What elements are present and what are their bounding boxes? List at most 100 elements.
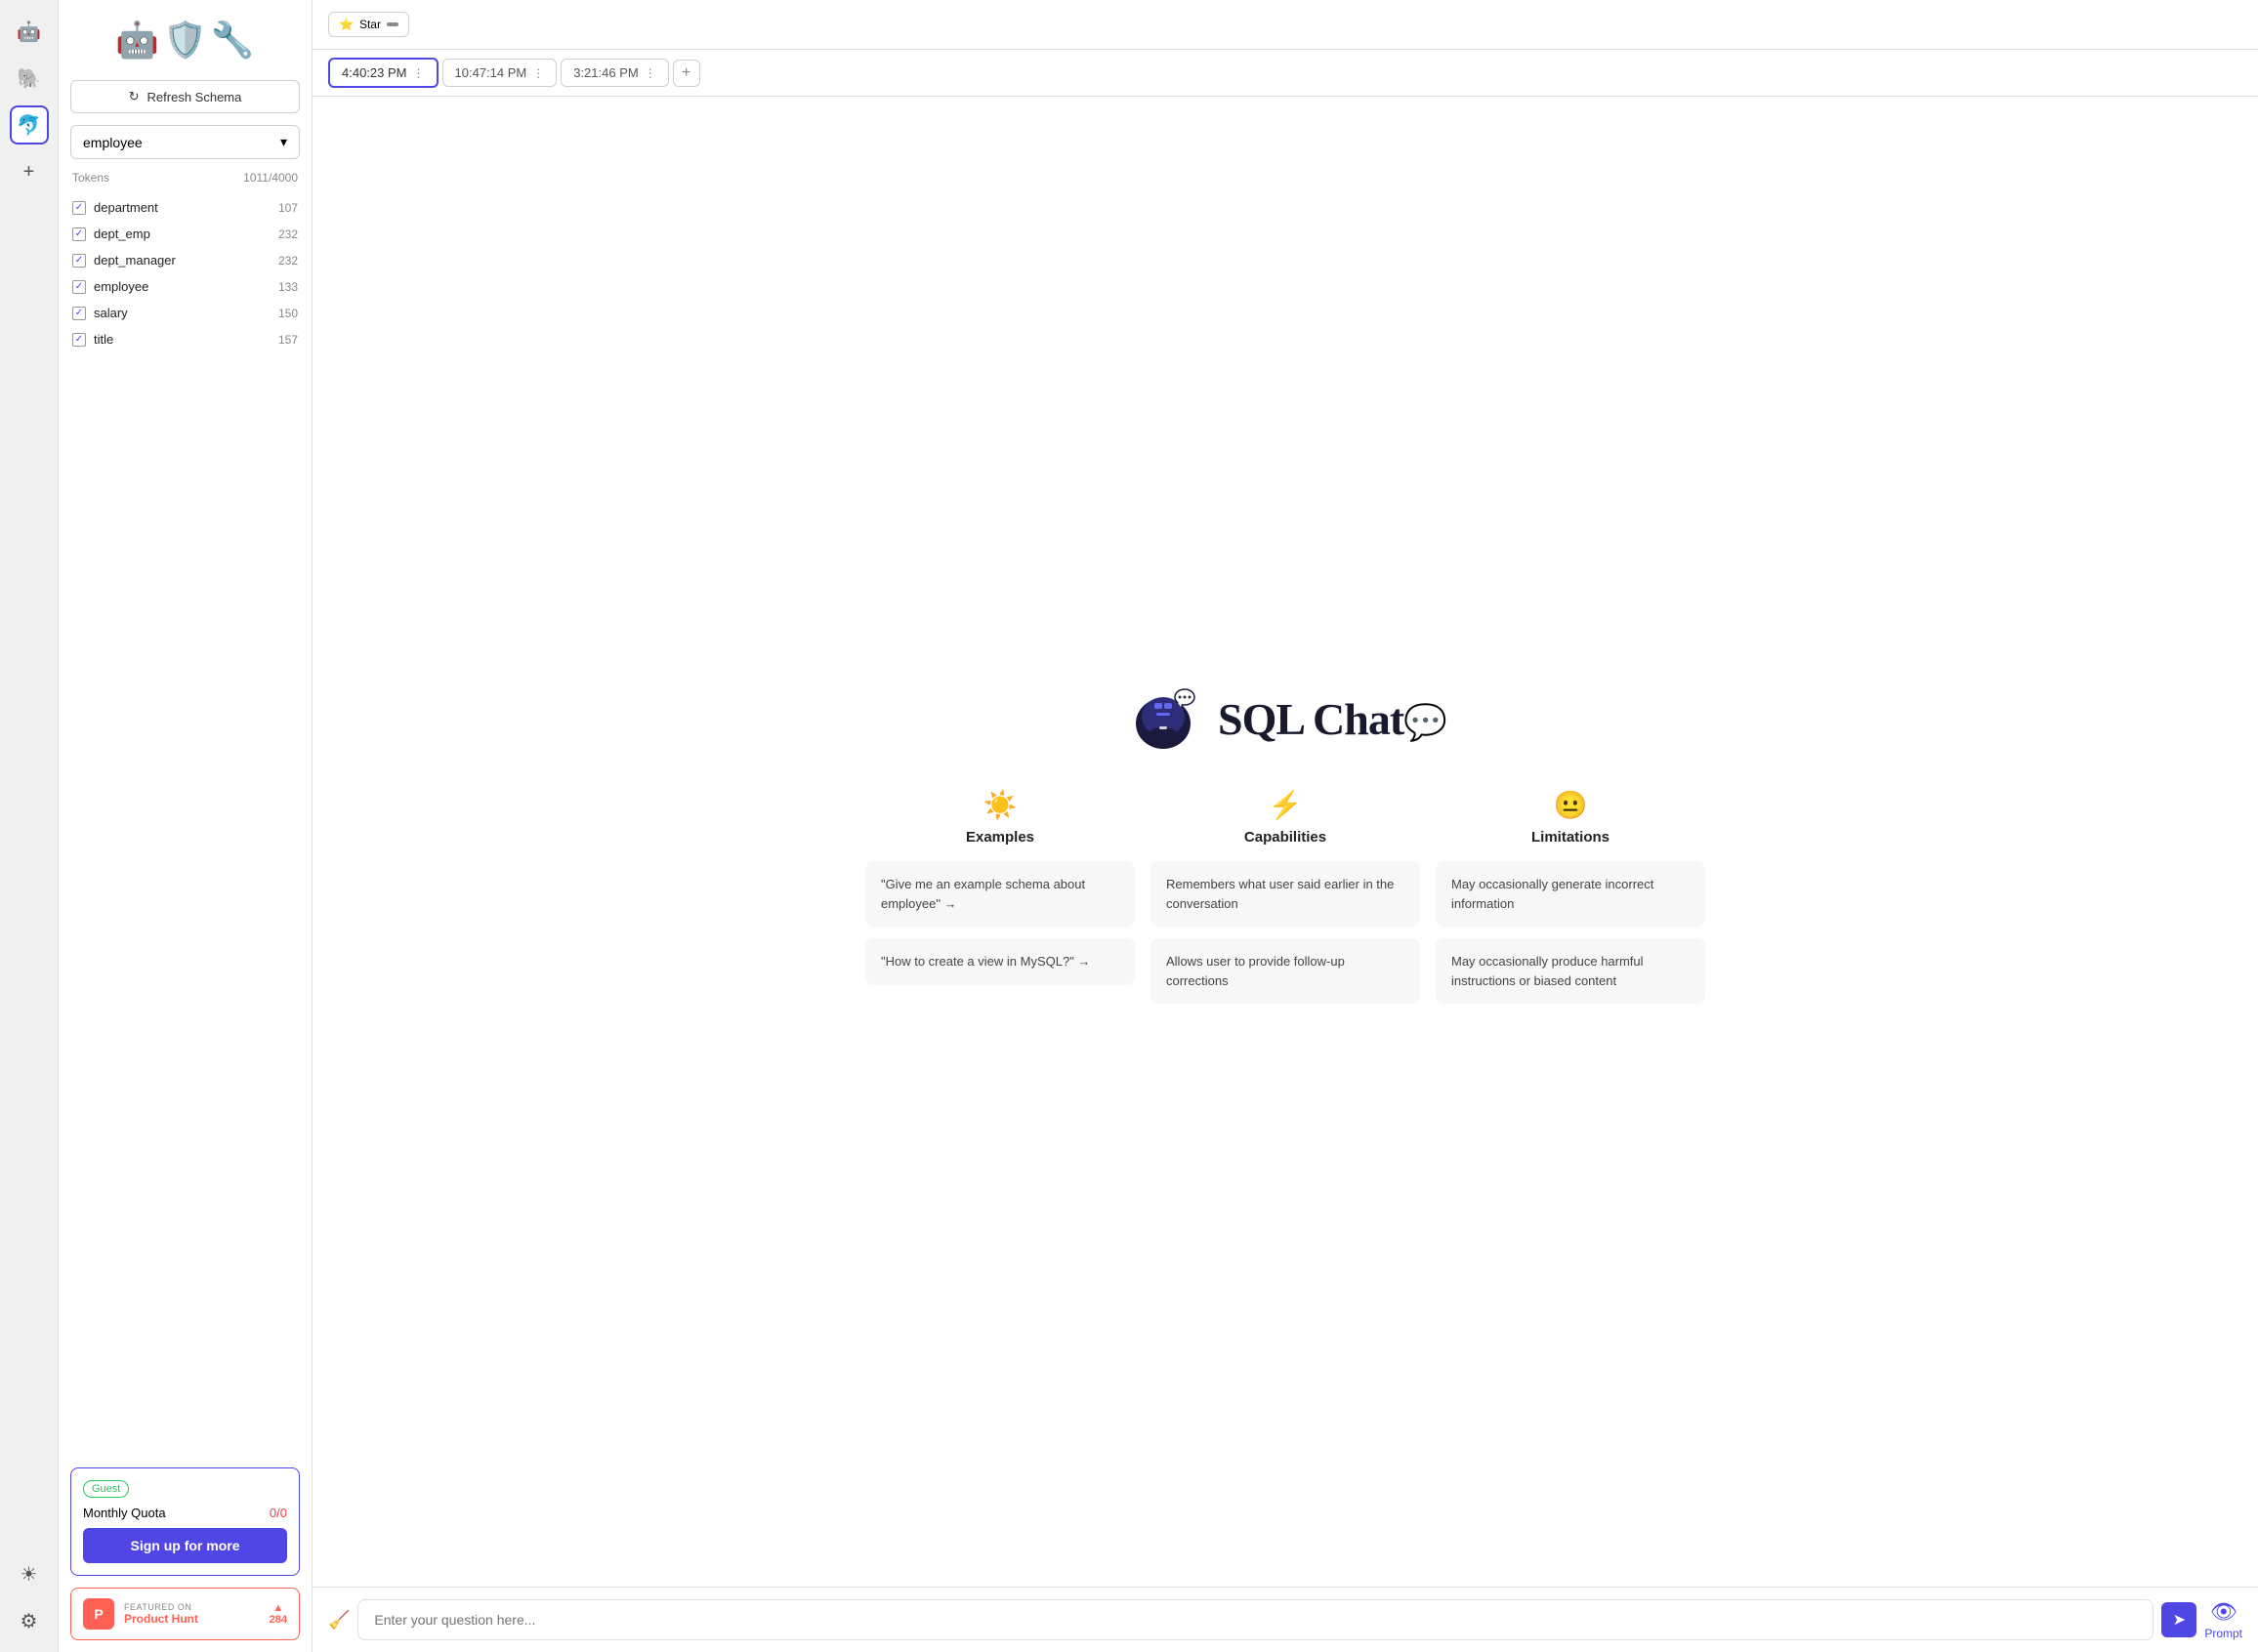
quota-row: Monthly Quota 0/0: [83, 1506, 287, 1520]
welcome-section: SQL Chat💬 ☀️ Examples "Give me an exampl…: [865, 680, 1705, 1004]
send-arrow-icon: ➤: [2173, 1610, 2186, 1630]
capabilities-column: ⚡ Capabilities Remembers what user said …: [1150, 789, 1420, 1004]
product-hunt-text: FEATURED ON Product Hunt: [124, 1602, 260, 1626]
product-hunt-logo: P: [83, 1598, 114, 1630]
add-tab-button[interactable]: +: [673, 60, 700, 87]
tab-2-more-icon[interactable]: ⋮: [532, 66, 544, 80]
star-label: Star: [359, 18, 381, 31]
quota-label: Monthly Quota: [83, 1506, 166, 1520]
sun-icon: ☀️: [983, 789, 1018, 821]
logo-images: 🤖 🛡️ 🔧: [115, 20, 254, 61]
table-name-salary: salary: [94, 306, 128, 320]
tokens-label: Tokens: [72, 171, 109, 185]
example-card-2[interactable]: "How to create a view in MySQL?" →: [865, 938, 1135, 985]
table-count-dept-emp: 232: [278, 227, 298, 241]
quota-value: 0/0: [270, 1506, 287, 1520]
settings-nav-item[interactable]: ⚙: [10, 1601, 49, 1640]
neutral-face-icon: 😐: [1554, 789, 1588, 821]
table-count-department: 107: [278, 201, 298, 215]
prompt-button[interactable]: 👁 Prompt: [2204, 1599, 2242, 1640]
chat-input[interactable]: [357, 1599, 2153, 1640]
table-checkbox-department[interactable]: ✓: [72, 201, 86, 215]
table-item[interactable]: ✓ title 157: [70, 328, 300, 351]
table-name-department: department: [94, 200, 158, 215]
eye-icon: 👁: [2210, 1599, 2237, 1625]
capability-card-1: Remembers what user said earlier in the …: [1150, 861, 1420, 927]
table-item[interactable]: ✓ employee 133: [70, 275, 300, 298]
star-icon: ⭐: [339, 18, 354, 31]
table-name-dept-manager: dept_manager: [94, 253, 176, 268]
limitations-title: Limitations: [1531, 829, 1610, 846]
table-item[interactable]: ✓ dept_emp 232: [70, 223, 300, 245]
mysql-nav-item[interactable]: 🐬: [10, 105, 49, 145]
robot-nav-item[interactable]: 🤖: [10, 12, 49, 51]
table-checkbox-title[interactable]: ✓: [72, 333, 86, 347]
top-bar: ⭐ Star: [313, 0, 2258, 50]
table-name-dept-emp: dept_emp: [94, 227, 150, 241]
brand-title: SQL Chat💬: [1218, 693, 1446, 745]
lightning-icon: ⚡: [1269, 789, 1303, 821]
tab-1[interactable]: 4:40:23 PM ⋮: [328, 58, 439, 88]
tab-3[interactable]: 3:21:46 PM ⋮: [561, 59, 669, 87]
table-checkbox-salary[interactable]: ✓: [72, 307, 86, 320]
table-checkbox-employee[interactable]: ✓: [72, 280, 86, 294]
clear-chat-icon[interactable]: 🧹: [328, 1610, 350, 1631]
refresh-label: Refresh Schema: [147, 90, 242, 104]
icon-bar-bottom: ☀ ⚙: [10, 1554, 49, 1640]
examples-header: ☀️ Examples: [966, 789, 1034, 846]
sidebar-spacer: [70, 362, 300, 1456]
theme-toggle-item[interactable]: ☀: [10, 1554, 49, 1593]
tab-2[interactable]: 10:47:14 PM ⋮: [442, 59, 558, 87]
limitations-header: 😐 Limitations: [1531, 789, 1610, 846]
table-count-dept-manager: 232: [278, 254, 298, 268]
add-nav-item[interactable]: +: [10, 152, 49, 191]
sidebar: 🤖 🛡️ 🔧 ↻ Refresh Schema employee ▾ Token…: [59, 0, 313, 1652]
refresh-schema-button[interactable]: ↻ Refresh Schema: [70, 80, 300, 113]
upvote-arrow-icon: ▲: [272, 1602, 283, 1614]
refresh-icon: ↻: [129, 89, 140, 104]
table-item[interactable]: ✓ salary 150: [70, 302, 300, 324]
chat-input-bar: 🧹 ➤ 👁 Prompt: [313, 1587, 2258, 1652]
table-count-salary: 150: [278, 307, 298, 320]
star-button[interactable]: ⭐ Star: [328, 12, 409, 37]
example-card-1[interactable]: "Give me an example schema about employe…: [865, 861, 1135, 927]
main-area: ⭐ Star 4:40:23 PM ⋮ 10:47:14 PM ⋮ 3:21:4…: [313, 0, 2258, 1652]
tab-2-label: 10:47:14 PM: [455, 65, 527, 80]
brand-robot-icon: [1124, 680, 1202, 758]
sidebar-logo: 🤖 🛡️ 🔧: [70, 12, 300, 68]
send-button[interactable]: ➤: [2161, 1602, 2196, 1637]
capabilities-title: Capabilities: [1244, 829, 1326, 846]
examples-column: ☀️ Examples "Give me an example schema a…: [865, 789, 1135, 1004]
table-checkbox-dept-manager[interactable]: ✓: [72, 254, 86, 268]
ph-name-label: Product Hunt: [124, 1612, 260, 1626]
brand-logo: SQL Chat💬: [1124, 680, 1446, 758]
chevron-down-icon: ▾: [280, 134, 287, 150]
tokens-row: Tokens 1011/4000: [70, 171, 300, 185]
star-count: [387, 22, 398, 26]
database-selector[interactable]: employee ▾: [70, 125, 300, 159]
table-list: ✓ department 107 ✓ dept_emp 232 ✓ dept_m…: [70, 196, 300, 351]
table-item[interactable]: ✓ dept_manager 232: [70, 249, 300, 271]
tab-1-more-icon[interactable]: ⋮: [413, 66, 425, 80]
capabilities-header: ⚡ Capabilities: [1244, 789, 1326, 846]
examples-title: Examples: [966, 829, 1034, 846]
table-checkbox-dept-emp[interactable]: ✓: [72, 227, 86, 241]
limitations-column: 😐 Limitations May occasionally generate …: [1436, 789, 1705, 1004]
guest-card: Guest Monthly Quota 0/0 Sign up for more: [70, 1467, 300, 1576]
chat-area: SQL Chat💬 ☀️ Examples "Give me an exampl…: [313, 97, 2258, 1587]
capability-card-2: Allows user to provide follow-up correct…: [1150, 938, 1420, 1004]
tab-3-more-icon[interactable]: ⋮: [645, 66, 656, 80]
table-item[interactable]: ✓ department 107: [70, 196, 300, 219]
tabs-bar: 4:40:23 PM ⋮ 10:47:14 PM ⋮ 3:21:46 PM ⋮ …: [313, 50, 2258, 97]
limitation-card-2: May occasionally produce harmful instruc…: [1436, 938, 1705, 1004]
table-name-title: title: [94, 332, 113, 347]
prompt-label: Prompt: [2204, 1627, 2242, 1640]
ph-votes: ▲ 284: [270, 1602, 287, 1626]
postgres-nav-item[interactable]: 🐘: [10, 59, 49, 98]
product-hunt-banner[interactable]: P FEATURED ON Product Hunt ▲ 284: [70, 1588, 300, 1640]
guest-badge: Guest: [83, 1480, 129, 1498]
signup-button[interactable]: Sign up for more: [83, 1528, 287, 1563]
features-grid: ☀️ Examples "Give me an example schema a…: [865, 789, 1705, 1004]
ph-featured-label: FEATURED ON: [124, 1602, 260, 1612]
tab-3-label: 3:21:46 PM: [573, 65, 639, 80]
